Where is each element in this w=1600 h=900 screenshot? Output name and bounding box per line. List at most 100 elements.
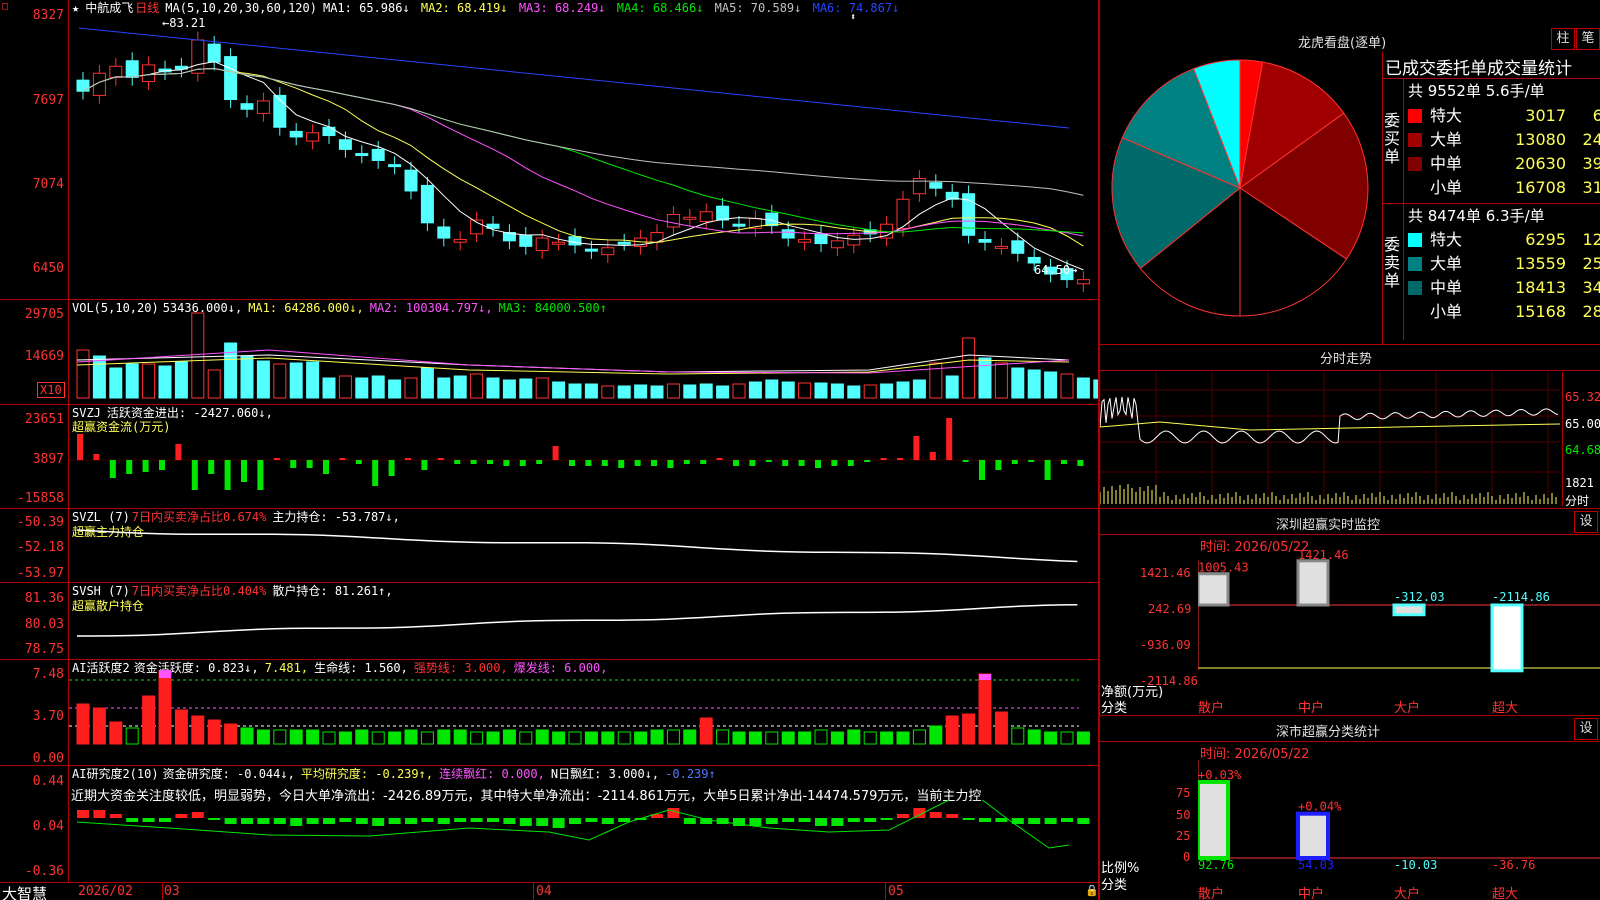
ai1-bar xyxy=(666,729,680,745)
sz-monitor-axis-1: 1421.46 xyxy=(1140,566,1191,580)
ai2-bar xyxy=(815,818,827,826)
ai2-bar xyxy=(241,818,253,824)
vol-unit-badge[interactable]: X10 xyxy=(37,382,65,398)
sell-label: 中单 xyxy=(1430,278,1463,297)
sz-monitor-category: 中户 xyxy=(1298,701,1325,716)
buy-side-label: 委买单 xyxy=(1384,111,1401,166)
svzj-bar xyxy=(1028,460,1035,462)
ai1-bar xyxy=(1027,729,1041,745)
candle-body xyxy=(781,229,795,239)
money-flow-chart[interactable] xyxy=(69,418,1098,506)
ma-values: MA1: 65.986↓ MA2: 68.419↓ MA3: 68.249↓ M… xyxy=(323,1,903,15)
sep-ai1-ai2 xyxy=(0,765,1098,766)
ai2-axis-2: 0.04 xyxy=(32,819,64,834)
candle-body xyxy=(978,238,992,243)
ai1-bar xyxy=(224,723,238,745)
stats-title: 已成交委托单成交量统计 xyxy=(1385,59,1572,79)
vol-bar xyxy=(1044,371,1058,399)
ai2-axis-1: 0.44 xyxy=(32,774,64,789)
vol-bar xyxy=(256,360,270,399)
sell-pct: 25% xyxy=(1582,254,1600,273)
x-label-may: 05 xyxy=(888,884,904,899)
candle-body xyxy=(666,214,680,228)
ai2-bar xyxy=(618,818,631,822)
ai1-bar xyxy=(896,731,910,745)
bar-mode-button[interactable]: 柱 xyxy=(1551,28,1575,50)
vol-bar xyxy=(683,384,697,399)
ai2-bar xyxy=(405,818,417,824)
activity-chart[interactable] xyxy=(69,670,1098,764)
ai1-bar xyxy=(814,729,828,745)
ai2-bar xyxy=(93,810,106,818)
sz-class-settings-button[interactable]: 设 xyxy=(1574,718,1598,740)
intraday-vol-unit: 分时 xyxy=(1565,494,1590,508)
research-chart[interactable] xyxy=(69,800,1098,880)
ai2-bar xyxy=(503,818,516,824)
volume-chart[interactable] xyxy=(69,310,1098,399)
sz-class-bar-chart[interactable]: +0.03% +0.04% xyxy=(1198,760,1600,864)
sell-head: 共 8474单 6.3手/单 xyxy=(1408,207,1545,225)
x-label-apr: 04 xyxy=(536,884,552,899)
ai2-bar xyxy=(339,818,352,822)
intraday-avg-line xyxy=(1100,421,1560,431)
sell-pct: 34% xyxy=(1582,278,1600,297)
ai2-bar xyxy=(552,818,565,828)
star-icon[interactable]: ★ xyxy=(72,1,79,15)
buy-value: 13080 xyxy=(1515,130,1566,149)
ai2-bar xyxy=(847,818,860,822)
ai1-bar xyxy=(355,729,369,745)
svzj-bar xyxy=(733,460,739,466)
price-axis-4: 6450 xyxy=(32,261,64,276)
period-label[interactable]: 日线 xyxy=(135,1,159,15)
sell-value: 18413 xyxy=(1515,278,1566,297)
ai2-bar xyxy=(798,818,811,822)
svzj-bar xyxy=(1061,460,1067,464)
svzj-bar xyxy=(126,460,133,474)
ai1-bar xyxy=(962,713,976,745)
main-chart-area[interactable]: ★ 中航成飞 日线 MA(5,10,20,30,60,120) MA1: 65.986↓… xyxy=(0,0,1100,900)
candle-body xyxy=(814,233,828,245)
sz-class-value: 54.03 xyxy=(1298,858,1335,872)
vol-bar xyxy=(338,375,352,399)
candlestick-chart[interactable] xyxy=(69,16,1098,299)
vol-bar xyxy=(420,367,434,399)
svzj-bar xyxy=(437,458,444,460)
vol-bar xyxy=(781,381,795,399)
sell-value: 6295 xyxy=(1525,230,1566,249)
intraday-price-line xyxy=(1100,396,1559,444)
sz-monitor-bottom-line xyxy=(1100,715,1600,716)
buy-row: 中单 20630 39% xyxy=(1408,152,1600,176)
vol-bar xyxy=(1076,377,1090,399)
sz-monitor-value-label: -312.03 xyxy=(1394,590,1445,604)
sz-monitor-bar-chart[interactable]: 1005.43 1421.46 -312.03 -2114.86 xyxy=(1198,550,1600,690)
ai2-bar xyxy=(290,818,303,826)
vol-bar xyxy=(191,312,205,399)
retail-holding-chart[interactable] xyxy=(69,596,1098,658)
vol-bar xyxy=(847,385,861,399)
svzj-bar xyxy=(175,444,182,460)
ai1-bar xyxy=(142,695,156,745)
sz-monitor-settings-button[interactable]: 设 xyxy=(1574,511,1598,533)
buy-row: 大单 13080 24% xyxy=(1408,128,1600,152)
dragon-title: 龙虎看盘(逐单) xyxy=(1298,36,1387,51)
vol-bar xyxy=(798,382,812,399)
ai1-bar xyxy=(371,731,385,745)
svzj-bar xyxy=(1077,460,1084,466)
candle-body xyxy=(1076,279,1090,285)
tick-mode-button[interactable]: 笔 xyxy=(1576,28,1600,50)
sz-class-bar-散户 xyxy=(1198,779,1230,861)
svzj-bar xyxy=(208,460,215,474)
sz-monitor-axis-3: -936.09 xyxy=(1140,638,1191,652)
lock-icon[interactable]: 🔒 xyxy=(1085,884,1099,897)
candle-body xyxy=(371,148,385,161)
sz-class-title-line xyxy=(1100,741,1600,742)
candle-body xyxy=(125,60,139,78)
ai1-bar xyxy=(273,729,287,745)
ai1-bar xyxy=(322,731,336,745)
ai1-bar xyxy=(535,729,549,745)
buy-pct: 6% xyxy=(1592,106,1600,125)
main-force-holding-chart[interactable] xyxy=(69,526,1098,581)
intraday-chart[interactable] xyxy=(1100,372,1560,506)
order-pie-chart[interactable] xyxy=(1100,58,1382,338)
intraday-title-line xyxy=(1100,370,1600,371)
